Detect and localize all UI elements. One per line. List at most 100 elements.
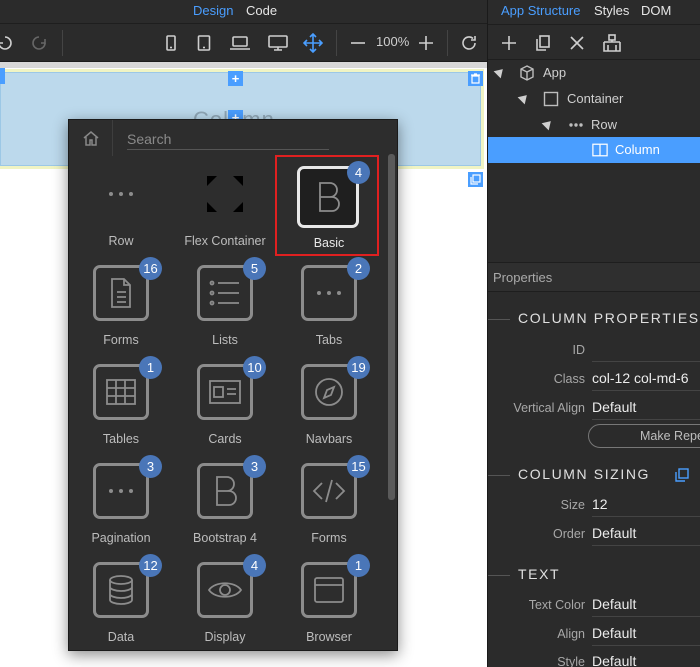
column-icon — [592, 142, 608, 158]
component-picker: Row Flex Container Basic 4 Forms 16 Lists 5 Tabs… — [68, 119, 398, 651]
property-text-color: Text Color Default — [488, 595, 700, 617]
home-icon[interactable] — [69, 120, 113, 156]
zoom-in-icon[interactable] — [413, 30, 439, 56]
count-badge: 4 — [347, 161, 370, 184]
laptop-icon[interactable] — [227, 30, 253, 56]
component-tile-display[interactable]: Display 4 — [173, 554, 277, 655]
tree-item-label: Container — [567, 91, 624, 106]
collapse-caret-icon[interactable] — [493, 65, 507, 79]
tree-item-row[interactable]: Row — [488, 112, 700, 138]
property-order: Order Default — [488, 524, 700, 546]
close-icon[interactable] — [565, 31, 589, 55]
tile-label: Row — [108, 234, 134, 248]
component-tile-row[interactable]: Row — [69, 160, 173, 259]
align-select[interactable]: Default — [592, 625, 700, 646]
component-tile-lists[interactable]: Lists 5 — [173, 257, 277, 358]
tile-label: Bootstrap 4 — [193, 531, 257, 545]
collapse-caret-icon[interactable] — [517, 91, 531, 105]
tab-app-structure[interactable]: App Structure — [501, 3, 581, 18]
collapse-caret-icon[interactable] — [541, 117, 555, 131]
tree-item-app[interactable]: App — [488, 60, 700, 86]
count-badge: 2 — [347, 257, 370, 280]
count-badge: 12 — [139, 554, 162, 577]
section-divider — [488, 575, 510, 576]
size-field[interactable]: 12 — [592, 496, 700, 517]
property-label: Order — [553, 527, 585, 541]
tab-code[interactable]: Code — [246, 3, 277, 18]
vertical-align-select[interactable]: Default — [592, 399, 700, 420]
dots-icon — [568, 117, 584, 133]
tab-dom[interactable]: DOM — [641, 3, 671, 18]
property-label: Style — [557, 655, 585, 667]
duplicate-icon[interactable] — [468, 172, 483, 187]
editor-toolbar: 100% — [0, 24, 487, 62]
property-align: Align Default — [488, 624, 700, 646]
tile-label: Pagination — [91, 531, 151, 545]
component-tile-cards[interactable]: Cards 10 — [173, 356, 277, 457]
phone-portrait-icon[interactable] — [158, 30, 184, 56]
section-title: TEXT — [518, 566, 561, 582]
redo-icon[interactable] — [26, 30, 52, 56]
component-tile-bootstrap-4[interactable]: Bootstrap 4 3 — [173, 455, 277, 556]
tile-label: Tables — [102, 432, 140, 446]
toolbar-divider — [336, 30, 337, 56]
component-tile-navbars[interactable]: Navbars 19 — [277, 356, 381, 457]
tree-item-container[interactable]: Container — [488, 86, 700, 112]
component-tile-data[interactable]: Data 12 — [69, 554, 173, 655]
resize-handle[interactable] — [0, 68, 5, 84]
section-divider — [488, 319, 510, 320]
tree-item-label: Row — [591, 117, 618, 132]
duplicate-sizing-icon[interactable] — [674, 467, 690, 483]
tree-item-column[interactable]: Column — [488, 137, 700, 163]
view-mode-bar: Design Code — [0, 0, 487, 24]
delete-icon[interactable] — [468, 71, 483, 86]
component-search-input[interactable] — [127, 128, 329, 150]
component-tile-pagination[interactable]: Pagination 3 — [69, 455, 173, 556]
zoom-out-icon[interactable] — [345, 30, 371, 56]
panel-tabs: App Structure Styles DOM — [488, 0, 700, 24]
tile-label: Basic — [313, 236, 345, 250]
add-element-button[interactable]: + — [228, 71, 243, 86]
component-tile-tabs[interactable]: Tabs 2 — [277, 257, 381, 358]
text-color-select[interactable]: Default — [592, 596, 700, 617]
component-tile-forms[interactable]: Forms 15 — [277, 455, 381, 556]
section-title: COLUMN PROPERTIES — [518, 310, 700, 326]
tablet-icon[interactable] — [191, 30, 217, 56]
id-field[interactable] — [592, 341, 700, 362]
canvas-scroll-track[interactable] — [0, 62, 487, 68]
component-tile-flex-container[interactable]: Flex Container — [173, 160, 277, 259]
copy-icon[interactable] — [531, 31, 555, 55]
section-title: COLUMN SIZING — [518, 466, 651, 482]
property-id: ID — [488, 340, 700, 362]
picker-scrollbar[interactable] — [388, 154, 395, 500]
property-label: Class — [553, 372, 585, 386]
fit-arrows-icon[interactable] — [300, 30, 326, 56]
component-tile-forms[interactable]: Forms 16 — [69, 257, 173, 358]
section-column-properties: COLUMN PROPERTIES — [488, 310, 700, 330]
properties-title: Properties — [493, 270, 553, 285]
property-label: Align — [557, 627, 585, 641]
tile-label: Data — [107, 630, 135, 644]
count-badge: 1 — [347, 554, 370, 577]
style-select[interactable]: Default — [592, 653, 700, 667]
refresh-icon[interactable] — [456, 30, 482, 56]
tab-styles[interactable]: Styles — [594, 3, 629, 18]
make-repeat-button[interactable]: Make Repeat — [588, 424, 700, 448]
tab-design[interactable]: Design — [193, 3, 233, 18]
tree-item-label: App — [543, 65, 567, 80]
add-icon[interactable] — [497, 31, 521, 55]
property-label: Vertical Align — [513, 401, 585, 415]
property-style: Style Default — [488, 652, 700, 667]
class-field[interactable]: col-12 col-md-6 — [592, 370, 700, 391]
desktop-icon[interactable] — [265, 30, 291, 56]
component-tree-icon[interactable] — [600, 31, 624, 55]
count-badge: 10 — [243, 356, 266, 379]
section-text: TEXT — [488, 566, 700, 586]
component-tile-basic[interactable]: Basic 4 — [275, 155, 379, 256]
component-tile-browser[interactable]: Browser 1 — [277, 554, 381, 655]
component-tile-tables[interactable]: Tables 1 — [69, 356, 173, 457]
count-badge: 15 — [347, 455, 370, 478]
order-select[interactable]: Default — [592, 525, 700, 546]
undo-icon[interactable] — [0, 30, 18, 56]
tile-label: Cards — [208, 432, 242, 446]
